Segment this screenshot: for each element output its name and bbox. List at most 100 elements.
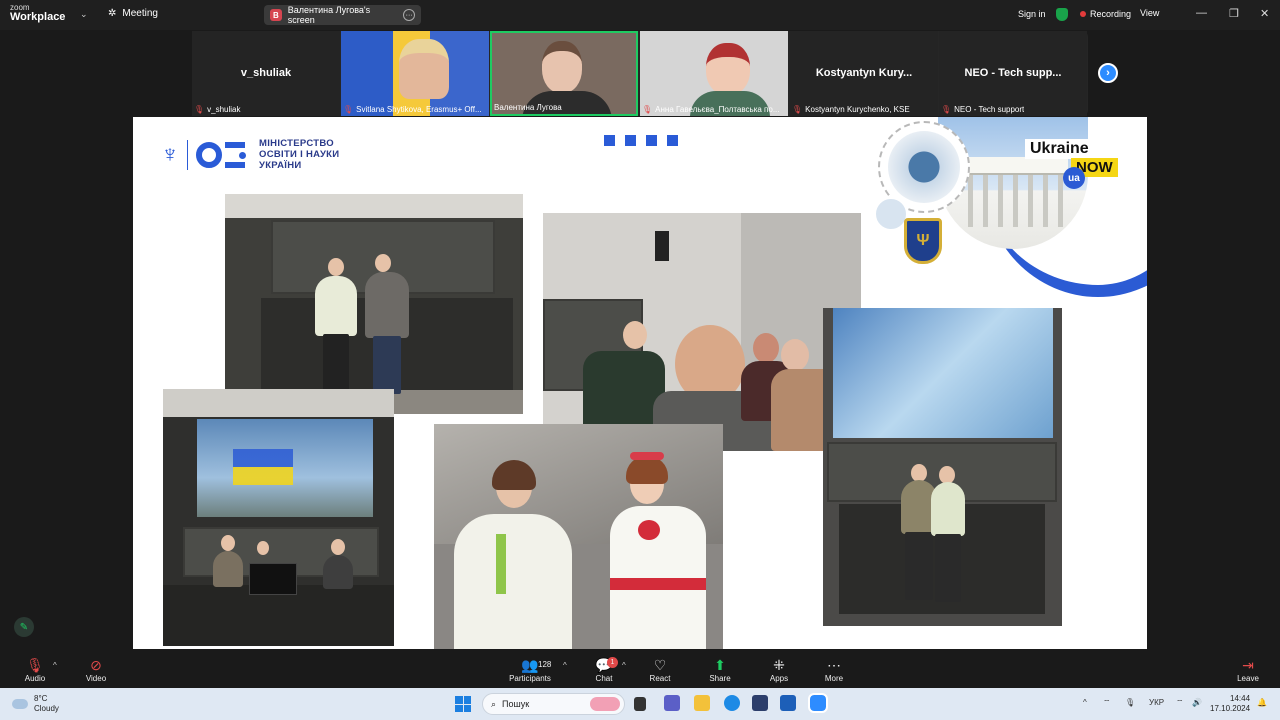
edge-icon[interactable] (724, 695, 740, 711)
mic-muted-icon: 🎙 (792, 105, 803, 114)
apps-icon: ⁜ (773, 657, 785, 673)
share-button[interactable]: ⬆ Share (690, 656, 750, 683)
zoom-workplace-logo[interactable]: zoom Workplace (10, 4, 65, 23)
close-icon[interactable]: ✕ (1260, 7, 1269, 20)
share-label: Share (709, 674, 731, 683)
mic-tray-icon[interactable]: 🎙 (1125, 698, 1135, 707)
participant-caption: 🎙 NEO - Tech support (941, 105, 1024, 114)
teams-icon[interactable] (664, 695, 680, 711)
participants-options-caret-icon[interactable]: ^ (563, 661, 567, 670)
meeting-controls-bar: 🎙 Audio ^ ⊘ Video 👥 128 Participants ^ 💬… (0, 651, 1280, 688)
taskbar-search[interactable]: ⌕ Пошук (482, 693, 625, 715)
paw-icon: ✲ (108, 8, 117, 19)
audio-label: Audio (24, 674, 46, 683)
cloud-icon (12, 698, 28, 709)
windows-start-icon[interactable] (455, 696, 471, 712)
weather-temp: 8°C (34, 694, 48, 703)
ministry-name: МІНІСТЕРСТВО ОСВІТИ І НАУКИ УКРАЇНИ (259, 138, 339, 172)
participant-video-tile-active-speaker[interactable]: Валентина Лугова (490, 31, 638, 116)
leave-icon: ⇥ (1242, 657, 1254, 673)
logo-divider (187, 140, 188, 171)
sign-in-button[interactable]: Sign in (1018, 9, 1046, 19)
meeting-label: Meeting (122, 8, 158, 19)
caption-text: Валентина Лугова (494, 103, 562, 112)
ministry-line: УКРАЇНИ (259, 159, 302, 171)
participants-count: 128 (538, 660, 552, 669)
small-thumbnail (874, 197, 908, 231)
sharer-avatar: В (270, 9, 282, 21)
participant-video (542, 41, 582, 93)
caption-text: Анна Гавельєва_Полтавська по... (655, 105, 780, 114)
participant-strip: v_shuliak 🎙 v_shuliak 🎙 Svitlana Shytikova… (192, 31, 1088, 116)
screen-share-chip[interactable]: В Валентина Лугова's screen ··· (264, 5, 421, 25)
mic-muted-icon: 🎙 (194, 105, 205, 114)
mic-muted-icon: 🎙 (941, 105, 952, 114)
video-label: Video (85, 674, 107, 683)
chat-options-caret-icon[interactable]: ^ (622, 661, 626, 670)
more-button[interactable]: ⋯ More (804, 656, 864, 683)
apps-button[interactable]: ⁜ Apps (749, 656, 809, 683)
participant-tile[interactable]: v_shuliak 🎙 v_shuliak (192, 31, 340, 116)
participant-caption: 🎙 Kostyantyn Kurychenko, KSE (792, 105, 910, 114)
caption-text: NEO - Tech support (954, 105, 1025, 114)
trident-icon: ♆ (161, 141, 179, 169)
network-tray-icon[interactable]: ⌔ (1103, 698, 1111, 708)
tray-overflow-icon[interactable]: ^ (1083, 698, 1087, 707)
event-photo (434, 424, 723, 649)
restore-icon[interactable]: ❐ (1229, 7, 1239, 20)
participant-caption: 🎙 v_shuliak (194, 105, 241, 114)
taskbar-clock[interactable]: 14:44 17.10.2024 (1210, 694, 1250, 715)
recording-indicator[interactable]: Recording (1080, 9, 1131, 19)
chat-unread-badge: 1 (607, 657, 618, 668)
react-button[interactable]: ♡ React (630, 656, 690, 683)
volume-icon[interactable]: 🔊 (1192, 698, 1202, 707)
annotate-pencil-icon[interactable]: ✎ (14, 617, 34, 637)
leave-button[interactable]: ⇥ Leave (1218, 656, 1278, 683)
participants-button[interactable]: 👥 128 Participants (500, 656, 560, 683)
event-photo (163, 389, 394, 646)
audio-options-caret-icon[interactable]: ^ (53, 661, 57, 670)
leave-label: Leave (1237, 674, 1259, 683)
participant-tile[interactable]: NEO - Tech supp... 🎙 NEO - Tech support (939, 31, 1087, 116)
participants-label: Participants (509, 674, 551, 683)
notifications-icon[interactable]: 🔔 (1257, 698, 1267, 707)
store-icon[interactable] (752, 695, 768, 711)
event-photo (225, 194, 523, 414)
participant-video-tile[interactable]: 🎙 Анна Гавельєва_Полтавська по... (640, 31, 788, 116)
more-options-icon[interactable]: ··· (403, 9, 415, 21)
minimize-icon[interactable]: — (1196, 7, 1207, 19)
wifi-icon[interactable]: ⌔ (1176, 698, 1184, 708)
task-view-icon[interactable] (634, 697, 646, 711)
search-placeholder: Пошук (502, 699, 530, 709)
share-screen-icon: ⬆ (714, 657, 726, 673)
participant-tile[interactable]: Kostyantyn Kury... 🎙 Kostyantyn Kurychenk… (790, 31, 938, 116)
file-explorer-icon[interactable] (694, 695, 710, 711)
weather-widget[interactable]: 8°C Cloudy (12, 694, 59, 713)
event-photo (823, 308, 1062, 626)
meeting-menu[interactable]: ✲ Meeting (108, 8, 158, 19)
react-label: React (649, 674, 671, 683)
word-icon[interactable] (780, 695, 796, 711)
weather-desc: Cloudy (34, 703, 59, 713)
caption-text: Svitlana Shytikova, Erasmus+ Off... (356, 105, 482, 114)
search-highlight-icon (590, 697, 620, 711)
participant-caption: 🎙 Svitlana Shytikova, Erasmus+ Off... (343, 105, 482, 114)
video-button[interactable]: ⊘ Video (66, 656, 126, 683)
participant-video (706, 43, 750, 95)
next-participants-icon[interactable]: › (1098, 63, 1118, 83)
security-shield-icon[interactable] (1056, 8, 1068, 21)
caption-text: v_shuliak (207, 105, 241, 114)
apps-label: Apps (769, 674, 789, 683)
language-indicator[interactable]: УКР (1149, 698, 1164, 707)
chevron-down-icon[interactable]: ⌄ (80, 9, 88, 20)
participant-caption: 🎙 Анна Гавельєва_Полтавська по... (642, 105, 780, 114)
video-off-icon: ⊘ (90, 657, 102, 673)
view-button[interactable]: View (1140, 8, 1159, 18)
university-emblem-icon: Ψ (904, 218, 942, 264)
recording-dot-icon (1080, 11, 1086, 17)
recording-label: Recording (1090, 9, 1132, 19)
participant-name: v_shuliak (240, 67, 292, 79)
participant-video-tile[interactable]: 🎙 Svitlana Shytikova, Erasmus+ Off... (341, 31, 489, 116)
zoom-app-icon[interactable] (808, 693, 828, 713)
event-photo (543, 213, 861, 451)
